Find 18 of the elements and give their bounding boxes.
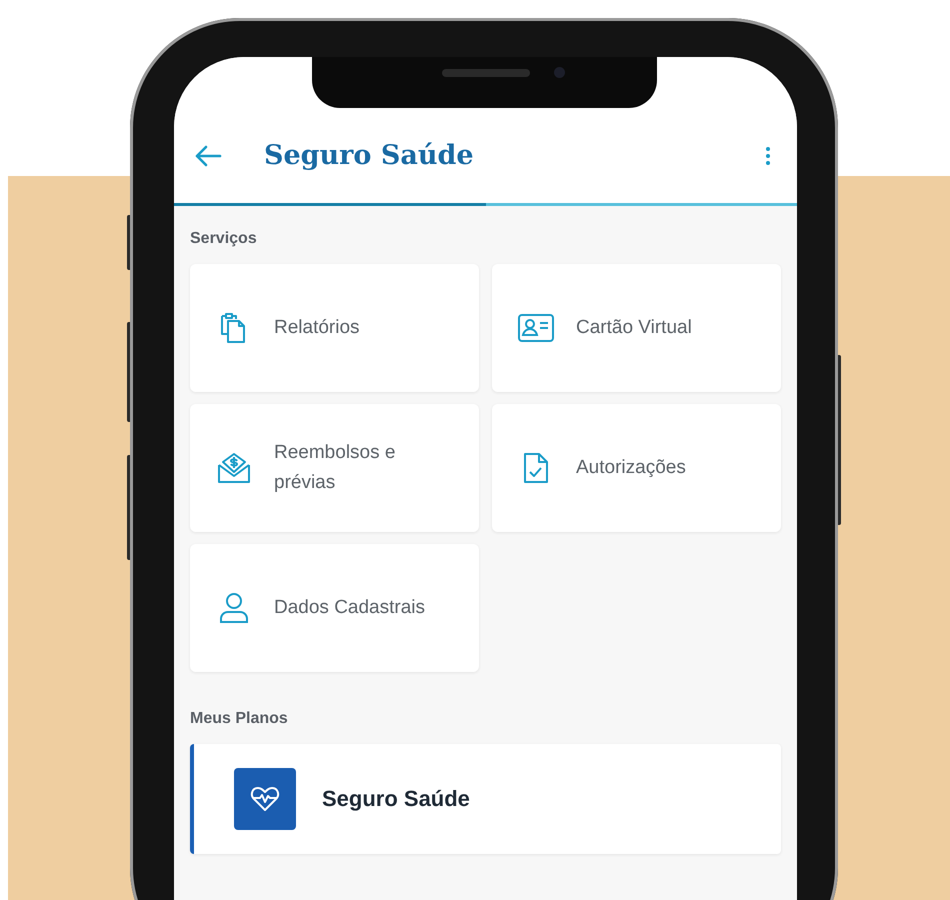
money-envelope-icon (217, 452, 251, 484)
service-card[interactable]: Dados Cadastrais (190, 544, 479, 672)
section-heading: Serviços (190, 230, 258, 248)
heart-pulse-icon (250, 785, 280, 813)
service-card[interactable]: Autorizações (492, 404, 781, 532)
person-icon (219, 592, 249, 624)
id-card-icon (518, 314, 554, 342)
document-check-icon (523, 452, 549, 484)
service-card[interactable]: Reembolsos e prévias (190, 404, 479, 532)
back-arrow-icon (194, 144, 222, 168)
service-card[interactable]: Cartão Virtual (492, 264, 781, 392)
plan-card[interactable]: Seguro Saúde (190, 744, 781, 854)
section-heading: Meus Planos (190, 710, 289, 728)
service-card[interactable]: Relatórios (190, 264, 479, 392)
screen-title: Seguro Saúde (264, 140, 475, 171)
more-options-icon (765, 146, 771, 166)
front-camera (554, 67, 565, 78)
back-button[interactable] (194, 144, 222, 168)
